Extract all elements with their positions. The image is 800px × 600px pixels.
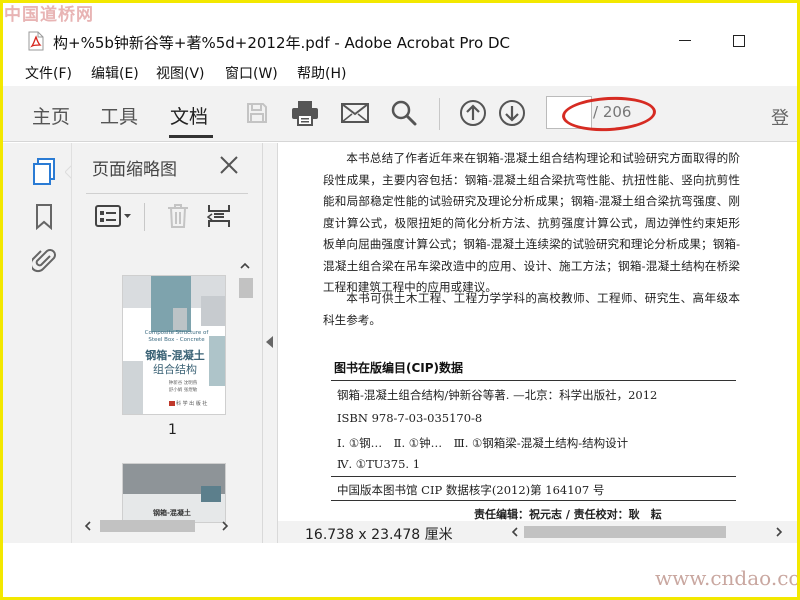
panel-tool-separator [144,203,145,231]
watermark-top: 中国道桥网 [4,5,94,25]
window-title: 构+%5b钟新谷等+著%5d+2012年.pdf - Adobe Acrobat… [53,34,510,52]
cip-line-3: Ⅰ. ①钢… Ⅱ. ①钟… Ⅲ. ①钢箱梁-混凝土结构-结构设计 [337,436,629,450]
cover-authors-2: 舒小娟 张煜敏 [168,388,198,393]
paragraph-1-text: 本书总结了作者近年来在钢箱-混凝土组合结构理论和试验研究方面取得的阶段性成果，主… [323,151,740,294]
panel-splitter[interactable] [262,143,278,543]
editor-credits: 责任编辑：祝元志 / 责任校对：耿 耘 [474,508,662,521]
scroll-left-arrow-icon[interactable] [511,527,518,537]
document-view[interactable]: 本书总结了作者近年来在钢箱-混凝土组合结构理论和试验研究方面取得的阶段性成果，主… [278,143,797,521]
cover2-block [201,486,221,502]
thumbnail-panel: 页面缩略图 Composite Structure of Steel Box -… [71,143,262,543]
login-button[interactable]: 登 [771,104,789,130]
page-down-icon[interactable] [497,98,527,128]
cip-line-2: ISBN 978-7-03-035170-8 [337,411,483,425]
scroll-right-arrow-icon[interactable] [776,527,783,537]
menu-edit[interactable]: 编辑(E) [91,63,139,83]
active-tab-indicator [169,135,213,138]
cip-line-1: 钢箱-混凝土组合结构/钟新谷等著. —北京：科学出版社，2012 [337,388,658,402]
scroll-right-arrow-icon[interactable] [222,521,229,531]
watermark-bottom: www.cndao.com [655,566,800,590]
page-thumbnails-icon[interactable] [29,157,59,187]
panel-title: 页面缩略图 [92,160,177,180]
paragraph-2-text: 本书可供土木工程、工程力学学科的高校教师、工程师、研究生、高年级本科生参考。 [323,291,740,327]
scroll-left-arrow-icon[interactable] [84,521,91,531]
menu-bar: 文件(F) 编辑(E) 视图(V) 窗口(W) 帮助(H) [3,60,797,84]
document-horizontal-scrollbar[interactable] [506,522,796,542]
scrollbar-thumb[interactable] [524,526,726,538]
menu-window[interactable]: 窗口(W) [225,63,278,83]
publisher-logo-icon [169,401,175,406]
page-size-label: 16.738 x 23.478 厘米 [305,527,453,543]
navigation-rail [3,143,73,543]
panel-divider [86,193,248,194]
cover-block-2 [201,296,225,326]
thumbnail-horizontal-scrollbar[interactable] [82,516,234,536]
scrollbar-thumb[interactable] [100,520,195,532]
abstract-paragraph-2: 本书可供土木工程、工程力学学科的高校教师、工程师、研究生、高年级本科生参考。 [323,288,740,331]
cover-en-title: Composite Structure of Steel Box - Concr… [144,330,209,343]
cover-cn-title-2: 组合结构 [153,363,197,376]
pdf-file-icon [27,31,45,51]
toolbar-separator [439,98,440,130]
extract-pages-icon[interactable] [205,201,233,231]
search-icon[interactable] [389,98,419,128]
attachment-icon[interactable] [29,245,59,275]
menu-view[interactable]: 视图(V) [156,63,205,83]
email-icon[interactable] [340,98,370,128]
cip-line-4: Ⅳ. ①TU375. 1 [337,457,421,471]
main-toolbar: 主页 工具 文档 / 206 登 [3,86,797,142]
tab-home[interactable]: 主页 [32,102,70,129]
status-bar: 16.738 x 23.478 厘米 [278,521,797,543]
cip-line-5: 中国版本图书馆 CIP 数据核字(2012)第 164107 号 [337,483,605,497]
bookmark-icon[interactable] [29,202,59,232]
tab-tools[interactable]: 工具 [100,102,138,129]
cover-block-3 [173,308,187,330]
page-thumbnail-2[interactable]: 钢箱-混凝土 [122,463,226,523]
minimize-button[interactable] [671,29,699,53]
thumbnail-page-label: 1 [168,422,177,438]
cip-rule-top [331,380,736,381]
cip-rule-bottom [331,500,736,501]
collapse-panel-icon[interactable] [266,336,274,348]
thumbnail-vertical-scrollbar[interactable] [236,258,255,533]
page-up-icon[interactable] [458,98,488,128]
scrollbar-thumb[interactable] [239,278,253,298]
menu-help[interactable]: 帮助(H) [297,63,346,83]
cip-rule-middle [331,476,736,477]
thumbnail-options-icon[interactable] [92,201,136,231]
tab-document[interactable]: 文档 [170,102,208,129]
scroll-up-arrow-icon[interactable] [240,262,250,269]
cover-publisher: 科 学 出 版 社 [176,401,208,407]
maximize-button[interactable] [725,29,753,53]
print-icon[interactable] [290,98,320,128]
page-thumbnail-1[interactable]: Composite Structure of Steel Box - Concr… [122,275,226,415]
delete-page-icon[interactable] [164,201,192,231]
close-icon[interactable] [217,153,241,177]
save-icon[interactable] [242,98,272,128]
menu-file[interactable]: 文件(F) [25,63,72,83]
cover-authors-1: 钟新谷 沈明燕 [168,381,198,386]
title-bar: 构+%5b钟新谷等+著%5d+2012年.pdf - Adobe Acrobat… [3,27,797,57]
abstract-paragraph-1: 本书总结了作者近年来在钢箱-混凝土组合结构理论和试验研究方面取得的阶段性成果，主… [323,148,740,299]
cip-heading: 图书在版编目(CIP)数据 [334,361,464,375]
